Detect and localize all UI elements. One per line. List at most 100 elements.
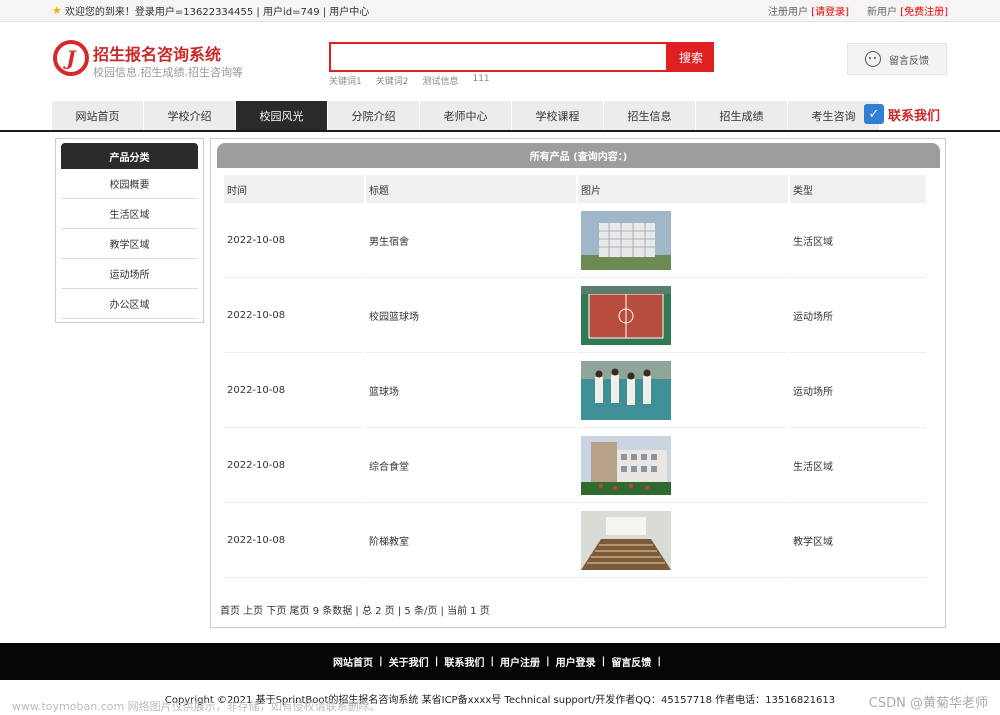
login-link[interactable]: [请登录] (811, 7, 849, 18)
logo-letter: J (66, 46, 76, 70)
account-links: 注册用户 [请登录] 新用户 [免费注册] (768, 3, 948, 18)
search-input[interactable] (331, 44, 666, 70)
footer-link-register[interactable]: 用户注册 (500, 654, 540, 669)
keyword-link[interactable]: 测试信息 (422, 74, 458, 87)
basketball-court-photo[interactable] (581, 285, 671, 345)
nav-item-teacher-center[interactable]: 老师中心 (420, 101, 512, 131)
table-row[interactable]: 2022-10-08 男生宿舍 生活区域 (224, 203, 926, 278)
sidebar-item-office-area[interactable]: 办公区域 (61, 289, 198, 319)
contact-us-label: 联系我们 (888, 108, 941, 124)
row-title[interactable]: 篮球场 (366, 353, 576, 428)
nav-item-home[interactable]: 网站首页 (52, 101, 144, 131)
column-header-image: 图片 (578, 175, 788, 203)
footer-separator: | (657, 656, 661, 667)
footer-separator: | (546, 656, 550, 667)
keyword-link[interactable]: 关键词1 (329, 74, 362, 87)
watermark-right: CSDN @黄菊华老师 (868, 696, 988, 711)
row-image-cell (578, 353, 788, 428)
sidebar-item-teaching-area[interactable]: 教学区域 (61, 229, 198, 259)
main-nav: 网站首页 学校介绍 校园风光 分院介绍 老师中心 学校课程 招生信息 招生成绩 … (52, 101, 880, 131)
row-date: 2022-10-08 (224, 203, 364, 278)
register-user-label: 注册用户 (768, 7, 808, 18)
footer-link-login[interactable]: 用户登录 (556, 654, 596, 669)
row-title[interactable]: 阶梯教室 (366, 503, 576, 578)
category-sidebar: 产品分类 校园概要 生活区域 教学区域 运动场所 办公区域 (55, 138, 204, 323)
sidebar-item-campus-overview[interactable]: 校园概要 (61, 169, 198, 199)
row-image-cell (578, 203, 788, 278)
sidebar-title: 产品分类 (61, 143, 198, 169)
site-subtitle: 校园信息.招生成绩.招生咨询等 (93, 66, 243, 79)
nav-item-admission-info[interactable]: 招生信息 (604, 101, 696, 131)
keyword-link[interactable]: 111 (472, 74, 489, 87)
panel-title: 所有产品 (查询内容：) (217, 143, 940, 168)
row-title[interactable]: 男生宿舍 (366, 203, 576, 278)
row-title[interactable]: 校园篮球场 (366, 278, 576, 353)
nav-item-campus-scenery[interactable]: 校园风光 (236, 101, 328, 131)
table-row[interactable]: 2022-10-08 篮球场 运动场所 (224, 353, 926, 428)
column-header-date: 时间 (224, 175, 364, 203)
building-photo[interactable] (581, 210, 671, 270)
new-user: 新用户 [免费注册] (867, 3, 948, 18)
row-date: 2022-10-08 (224, 503, 364, 578)
search-box (329, 42, 668, 72)
row-type: 生活区域 (790, 203, 926, 278)
column-header-type: 类型 (790, 175, 926, 203)
nav-item-branch-intro[interactable]: 分院介绍 (328, 101, 420, 131)
site-title[interactable]: 招生报名咨询系统 (93, 41, 221, 65)
row-type: 运动场所 (790, 278, 926, 353)
row-type: 运动场所 (790, 353, 926, 428)
product-table: 时间 标题 图片 类型 2022-10-08 男生宿舍 生活区域 2022-10… (222, 175, 928, 578)
footer-nav: 网站首页 | 关于我们 | 联系我们 | 用户注册 | 用户登录 | 留言反馈 | (0, 643, 1000, 680)
headset-icon (865, 51, 881, 67)
keyword-link[interactable]: 关键词2 (376, 74, 409, 87)
register-user: 注册用户 [请登录] (768, 3, 849, 18)
pagination[interactable]: 首页 上页 下页 尾页 9 条数据 | 总 2 页 | 5 条/页 | 当前 1… (220, 602, 490, 617)
people-on-court-photo[interactable] (581, 360, 671, 420)
star-icon: ★ (52, 4, 62, 17)
footer-separator: | (490, 656, 494, 667)
product-list-panel: 所有产品 (查询内容：) 时间 标题 图片 类型 2022-10-08 男生宿舍 (210, 138, 946, 628)
free-register-link[interactable]: [免费注册] (900, 7, 948, 18)
search-button[interactable]: 搜索 (668, 42, 714, 72)
table-header-row: 时间 标题 图片 类型 (224, 175, 926, 203)
feedback-button[interactable]: 留言反馈 (847, 43, 947, 75)
search-keywords: 关键词1 关键词2 测试信息 111 (329, 74, 490, 87)
table-row[interactable]: 2022-10-08 阶梯教室 教学区域 (224, 503, 926, 578)
watermark-left: www.toymoban.com 网络图片仅供展示，非存储，如有侵权请联系删除。 (12, 700, 381, 713)
nav-item-school-intro[interactable]: 学校介绍 (144, 101, 236, 131)
nav-divider (0, 130, 1000, 132)
footer-link-feedback[interactable]: 留言反馈 (611, 654, 651, 669)
sidebar-item-living-area[interactable]: 生活区域 (61, 199, 198, 229)
table-row[interactable]: 2022-10-08 综合食堂 生活区域 (224, 428, 926, 503)
canteen-photo[interactable] (581, 435, 671, 495)
nav-item-admission-scores[interactable]: 招生成绩 (696, 101, 788, 131)
row-date: 2022-10-08 (224, 278, 364, 353)
column-header-title: 标题 (366, 175, 576, 203)
footer-link-about[interactable]: 关于我们 (389, 654, 429, 669)
row-title[interactable]: 综合食堂 (366, 428, 576, 503)
header: J 招生报名咨询系统 校园信息.招生成绩.招生咨询等 搜索 关键词1 关键词2 … (0, 22, 1000, 100)
footer-link-contact[interactable]: 联系我们 (444, 654, 484, 669)
welcome-text[interactable]: 欢迎您的到来！登录用户=13622334455 | 用户id=749 | 用户中… (65, 3, 369, 18)
lecture-hall-photo[interactable] (581, 510, 671, 570)
row-image-cell (578, 278, 788, 353)
check-icon: ✓ (864, 104, 884, 124)
row-image-cell (578, 503, 788, 578)
footer-separator: | (601, 656, 606, 667)
row-type: 教学区域 (790, 503, 926, 578)
new-user-label: 新用户 (867, 7, 897, 18)
row-date: 2022-10-08 (224, 428, 364, 503)
feedback-label: 留言反馈 (889, 55, 929, 67)
row-type: 生活区域 (790, 428, 926, 503)
row-image-cell (578, 428, 788, 503)
nav-item-courses[interactable]: 学校课程 (512, 101, 604, 131)
logo-icon[interactable]: J (53, 40, 89, 76)
contact-us-link[interactable]: ✓ 联系我们 (864, 104, 940, 124)
footer-separator: | (379, 656, 383, 667)
row-date: 2022-10-08 (224, 353, 364, 428)
welcome-area: ★ 欢迎您的到来！登录用户=13622334455 | 用户id=749 | 用… (52, 3, 369, 18)
sidebar-item-sports-area[interactable]: 运动场所 (61, 259, 198, 289)
footer-link-home[interactable]: 网站首页 (333, 654, 373, 669)
table-row[interactable]: 2022-10-08 校园篮球场 运动场所 (224, 278, 926, 353)
top-bar: ★ 欢迎您的到来！登录用户=13622334455 | 用户id=749 | 用… (0, 0, 1000, 22)
